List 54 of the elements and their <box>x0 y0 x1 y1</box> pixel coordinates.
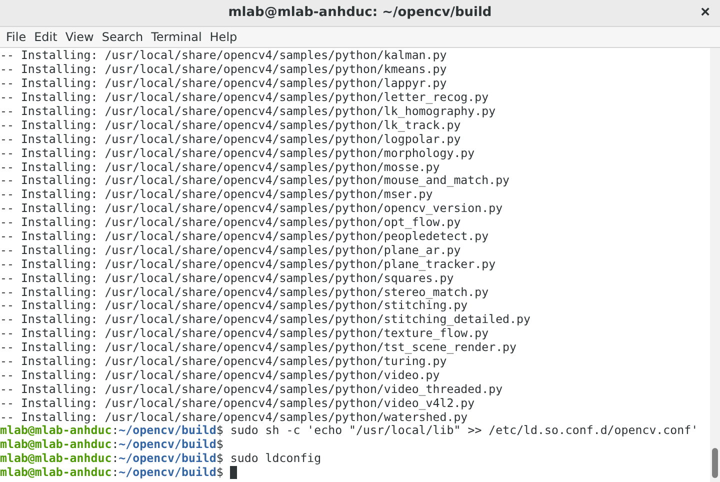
menu-item[interactable]: Search <box>98 28 146 46</box>
window-title: mlab@mlab-anhduc: ~/opencv/build <box>228 4 492 22</box>
command-text: sudo sh -c 'echo "/usr/local/lib" >> /etc/ld.so.conf.d/opencv.conf' <box>230 424 698 438</box>
menu-item[interactable]: View <box>62 28 97 46</box>
output-line: -- Installing: /usr/local/share/opencv4/samples/python/mosse.py <box>0 160 441 174</box>
prompt-path: ~/opencv/build <box>118 424 216 438</box>
prompt-user: mlab@mlab-anhduc <box>0 466 112 480</box>
output-line: -- Installing: /usr/local/share/opencv4/samples/python/letter_recog.py <box>0 91 490 105</box>
prompt-path: ~/opencv/build <box>118 438 216 452</box>
output-line: -- Installing: /usr/local/share/opencv4/samples/python/lappyr.py <box>0 77 448 92</box>
output-line: -- Installing: /usr/local/share/opencv4/samples/python/turing.py <box>0 354 447 369</box>
menu-item[interactable]: Edit <box>31 28 60 46</box>
output-line: -- Installing: /usr/local/share/opencv4/samples/python/plane_ar.py <box>0 244 462 258</box>
prompt-separator: : <box>112 466 119 480</box>
output-line: -- Installing: /usr/local/share/opencv4/samples/python/plane_tracker.py <box>0 258 497 272</box>
output-line: -- Installing: /usr/local/share/opencv4/samples/python/texture_flow.py <box>0 327 490 342</box>
prompt-user: mlab@mlab-anhduc <box>0 452 112 466</box>
prompt-user: mlab@mlab-anhduc <box>0 438 112 452</box>
output-line: -- Installing: /usr/local/share/opencv4/samples/python/video_v4l2.py <box>0 396 475 411</box>
output-line: -- Installing: /usr/local/share/opencv4/samples/python/video.py <box>0 368 441 383</box>
prompt-separator: : <box>112 424 119 438</box>
output-line: -- Installing: /usr/local/share/opencv4/samples/python/opencv_version.py <box>0 202 504 216</box>
output-line: -- Installing: /usr/local/share/opencv4/samples/python/stitching_detailed.py <box>0 313 532 328</box>
command-text: sudo ldconfig <box>230 452 322 466</box>
menu-item[interactable]: Terminal <box>148 28 205 46</box>
menu-item[interactable]: File <box>3 28 30 46</box>
output-line: -- Installing: /usr/local/share/opencv4/samples/python/opt_flow.py <box>0 216 462 230</box>
output-line: -- Installing: /usr/local/share/opencv4/samples/python/watershed.py <box>0 410 468 424</box>
output-line: -- Installing: /usr/local/share/opencv4/samples/python/stereo_match.py <box>0 286 490 300</box>
scrollbar-thumb[interactable] <box>712 448 718 478</box>
prompt-user: mlab@mlab-anhduc <box>0 424 112 438</box>
output-line: -- Installing: /usr/local/share/opencv4/samples/python/video_threaded.py <box>0 382 504 397</box>
prompt-path: ~/opencv/build <box>118 452 216 466</box>
output-line: -- Installing: /usr/local/share/opencv4/samples/python/tst_scene_render.py <box>0 341 518 355</box>
output-line: -- Installing: /usr/local/share/opencv4/samples/python/stitching.py <box>0 299 468 314</box>
output-line: -- Installing: /usr/local/share/opencv4/samples/python/kmeans.py <box>0 63 448 78</box>
output-line: -- Installing: /usr/local/share/opencv4/samples/python/kalman.py <box>0 49 448 64</box>
prompt-sign: $ <box>216 424 224 438</box>
output-line: -- Installing: /usr/local/share/opencv4/samples/python/squares.py <box>0 272 454 286</box>
menu-item[interactable]: Help <box>206 28 240 46</box>
output-line: -- Installing: /usr/local/share/opencv4/samples/python/mser.py <box>0 188 434 202</box>
close-button[interactable]: × <box>700 5 710 21</box>
output-line: -- Installing: /usr/local/share/opencv4/samples/python/peopledetect.py <box>0 230 490 244</box>
prompt-sign: $ <box>216 466 224 480</box>
prompt-path: ~/opencv/build <box>118 466 216 480</box>
prompt-sign: $ <box>216 438 224 452</box>
prompt-separator: : <box>112 452 119 466</box>
prompt-sign: $ <box>216 452 224 466</box>
output-line: -- Installing: /usr/local/share/opencv4/samples/python/morphology.py <box>0 146 476 161</box>
output-line: -- Installing: /usr/local/share/opencv4/samples/python/logpolar.py <box>0 132 462 147</box>
output-line: -- Installing: /usr/local/share/opencv4/samples/python/mouse_and_match.py <box>0 174 511 188</box>
output-line: -- Installing: /usr/local/share/opencv4/samples/python/lk_track.py <box>0 118 461 133</box>
output-line: -- Installing: /usr/local/share/opencv4/samples/python/lk_homography.py <box>0 104 497 119</box>
prompt-separator: : <box>112 438 119 452</box>
